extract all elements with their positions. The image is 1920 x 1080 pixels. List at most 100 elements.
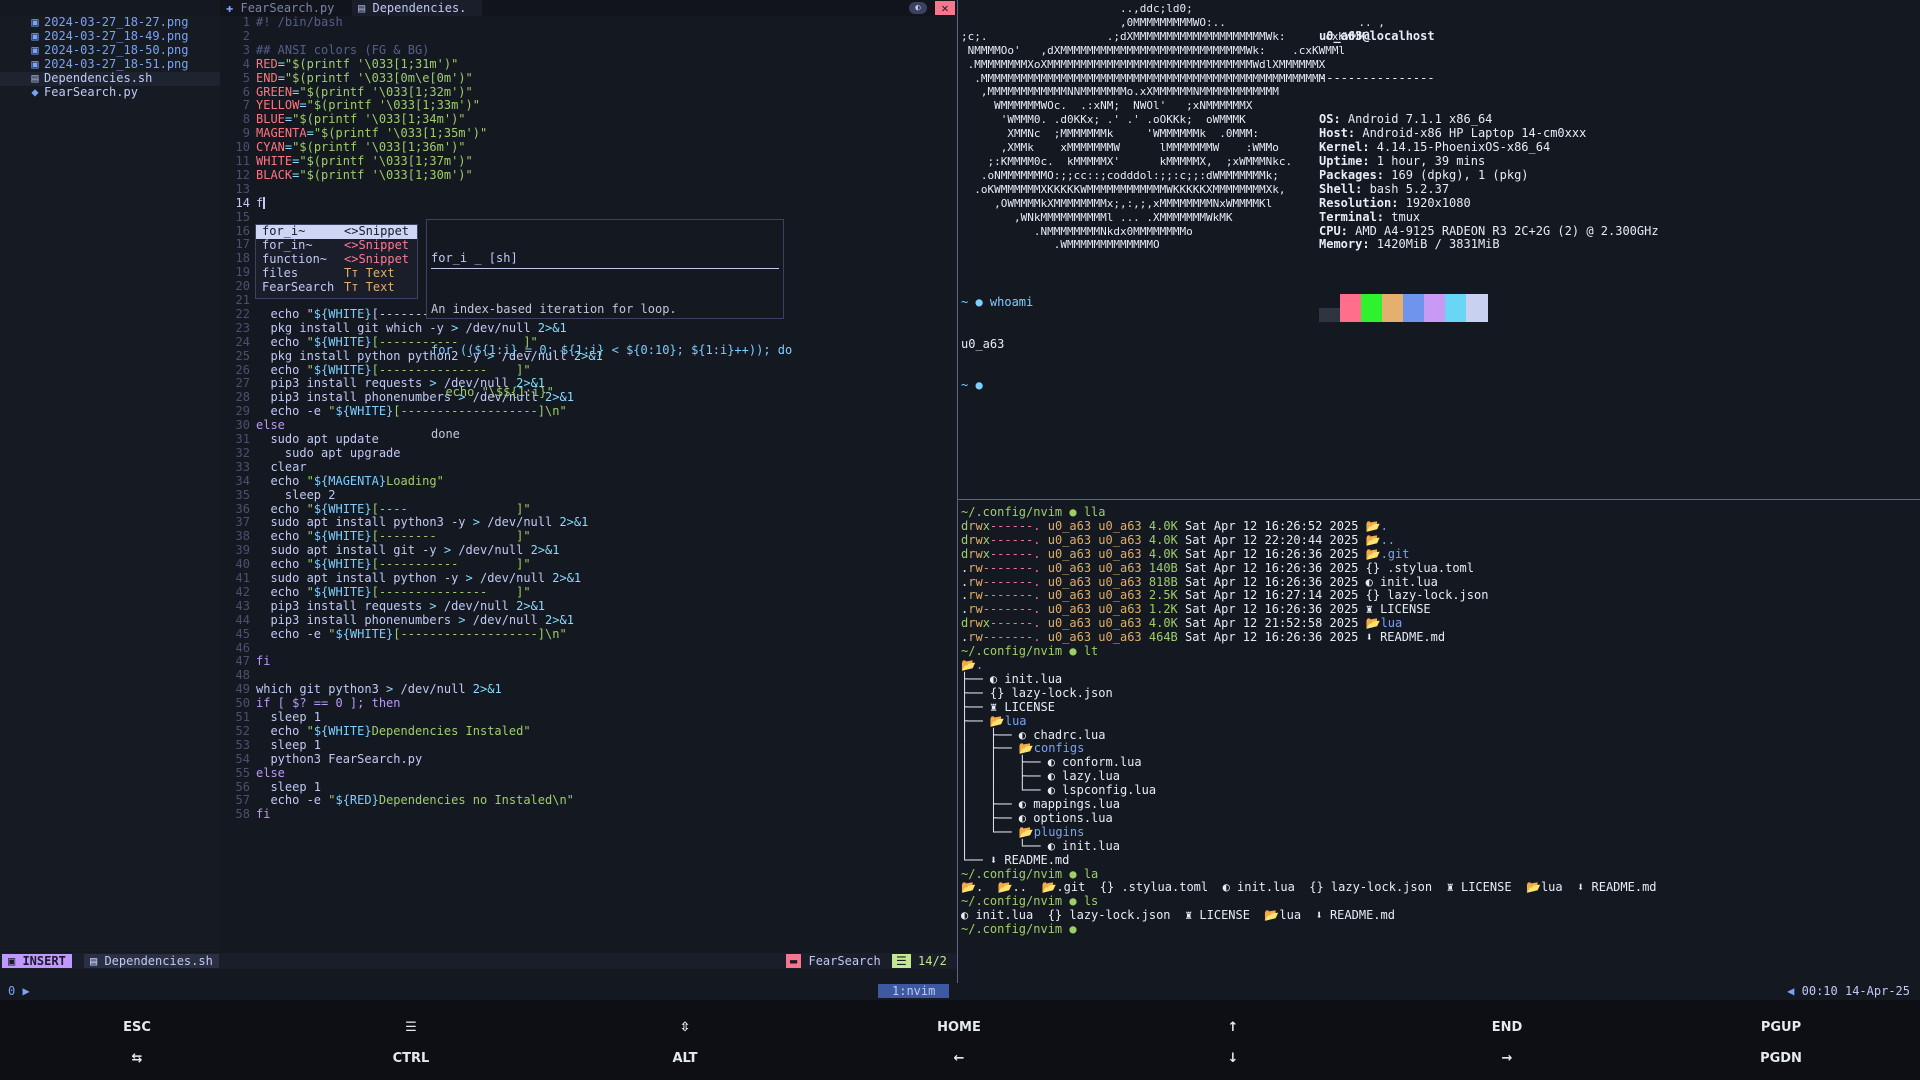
completion-menu[interactable]: for_i~ <>Snippet for_in~ <>Snippet function~… [255,224,418,299]
code-line[interactable]: echo "${WHITE}[--------------- ]" [256,585,530,600]
code-line[interactable]: echo "${WHITE}[---- ]" [256,502,530,517]
code-line[interactable]: python3 FearSearch.py [256,752,422,767]
line-number: 42 [235,584,250,599]
code-line[interactable]: sudo apt install git -y > /dev/null 2>&1 [256,543,559,558]
code-line[interactable]: echo "${WHITE}[------- [256,307,429,322]
code-line[interactable]: sleep 2 [256,488,336,503]
system-info-row: Memory: 1420MiB / 3831MiB [1319,237,1659,252]
prompt: ~/.config/nvim ● lla [961,505,1106,519]
left-arrow-key[interactable]: ← [822,1051,1096,1066]
code-line[interactable]: echo "${WHITE}Dependencies Instaled" [256,724,530,739]
code-line[interactable]: else [256,418,285,433]
line-number: 40 [235,557,250,572]
sidebar-file-item[interactable]: ▣ 2024-03-27_18-51.png [0,57,220,72]
tab-dependencies[interactable]: ▤ Dependencies. ● [352,0,482,31]
esc-key[interactable]: ESC [0,1020,274,1035]
pgup-key[interactable]: PGUP [1644,1020,1918,1035]
listing-row: drwx------. u0_a63 u0_a63 4.0K Sat Apr 1… [961,616,1403,631]
code-line[interactable]: sleep 1 [256,710,321,725]
code-line[interactable]: sudo apt update [256,432,378,447]
line-number: 21 [235,293,250,307]
ctrl-key[interactable]: CTRL [274,1051,548,1066]
tmux-statusbar: 0 ▶ 1:nvim ◀ 00:10 14-Apr-25 [0,983,1920,1000]
terminal-bottom-output[interactable]: ~/.config/nvim ● lla drwx------. u0_a63 u… [961,505,1657,937]
code-line[interactable]: echo -e "${RED}Dependencies no Instaled\… [256,793,573,808]
code-line[interactable]: END="$(printf '\033[0m\e[0m')" [256,71,473,86]
pgdn-key[interactable]: PGDN [1644,1051,1918,1066]
system-info-row: Packages: 169 (dpkg), 1 (pkg) [1319,167,1659,183]
home-key[interactable]: HOME [822,1020,1096,1035]
system-info-row: OS: Android 7.1.1 x86_64 [1319,112,1659,127]
code-line[interactable]: pip3 install phonenumbers > /dev/null 2>… [256,613,573,628]
line-number: 16 [235,223,250,238]
line-number: 8 [242,112,250,127]
alt-key[interactable]: ALT [548,1051,822,1066]
code-line[interactable]: else [256,766,285,781]
code-line[interactable]: f [256,196,266,211]
completion-item[interactable]: for_i~ <>Snippet [256,224,417,239]
color-swatch [1319,308,1341,323]
code-line[interactable]: RED="$(printf '\033[1;31m')" [256,57,458,72]
completion-item[interactable]: for_in~ <>Snippet [256,238,417,253]
image-icon: ▣ [31,43,39,57]
code-line[interactable]: WHITE="$(printf '\033[1;37m')" [256,154,473,169]
code-line[interactable]: echo "${MAGENTA}Loading" [256,474,443,489]
end-key[interactable]: END [1370,1020,1644,1035]
completion-docs: for_i _ [sh] An index-based iteration fo… [426,219,792,441]
completion-item[interactable]: function~ <>Snippet [256,252,417,267]
line-number: 57 [235,793,250,808]
up-arrow-key[interactable]: ↑ [1096,1020,1370,1035]
code-line[interactable]: sleep 1 [256,738,321,753]
code-line[interactable]: CYAN="$(printf '\033[1;36m')" [256,140,466,155]
line-number: 6 [242,84,250,99]
right-arrow-key[interactable]: → [1370,1051,1644,1066]
code-line[interactable]: fi [256,654,270,669]
tab-fearsearch[interactable]: ✚ FearSearch.py × [220,0,350,31]
code-line[interactable]: sleep 1 [256,780,321,795]
sidebar-file-item[interactable]: ▣ 2024-03-27_18-27.png [0,15,220,30]
code-line[interactable]: GREEN="$(printf '\033[1;32m')" [256,85,473,100]
completion-item[interactable]: FearSearch Tт Text [256,280,417,295]
line-number: 5 [242,70,250,85]
code-line[interactable]: ## ANSI colors (FG & BG) [256,43,429,58]
completion-label: files [262,266,299,280]
code-editor[interactable]: 1 #! /bin/bash 2 3 ## ANSI colors (FG & BG) 4… [220,15,957,951]
info-key: Packages: [1319,167,1385,182]
code-line[interactable]: BLUE="$(printf '\033[1;34m')" [256,112,466,127]
code-line[interactable]: sudo apt upgrade [256,446,401,461]
code-line[interactable]: echo "${WHITE}[----------- ]" [256,557,530,572]
code-line[interactable]: pip3 install requests > /dev/null 2>&1 [256,599,545,614]
code-line[interactable]: fi [256,807,270,822]
tmux-window-tab[interactable]: 1:nvim [878,984,950,998]
code-line[interactable]: sudo apt install python -y > /dev/null 2… [256,571,581,586]
line-number: 56 [235,779,250,794]
down-arrow-key[interactable]: ↓ [1096,1051,1370,1066]
code-line[interactable]: echo -e "${WHITE}[-------------------]\n… [256,627,566,642]
info-value: 1420MiB / 3831MiB [1369,237,1500,252]
code-line[interactable]: MAGENTA="$(printf '\033[1;35m')" [256,126,487,141]
sidebar-file-item[interactable]: ▣ 2024-03-27_18-49.png [0,29,220,44]
code-line[interactable]: sudo apt install python3 -y > /dev/null … [256,515,588,530]
code-line[interactable]: if [ $? == 0 ]; then [256,696,401,711]
theme-toggle-icon[interactable]: ◐ [909,2,927,14]
command-output: u0_a63 [961,336,1005,351]
menu-key[interactable]: ☰ [274,1020,548,1035]
sidebar-file-item[interactable]: ▤ Dependencies.sh [0,71,220,86]
code-line[interactable]: YELLOW="$(printf '\033[1;33m')" [256,98,480,113]
completion-item[interactable]: files Tт Text [256,266,417,281]
sidebar-file-item[interactable]: ◆ FearSearch.py [0,85,220,100]
tab-key[interactable]: ⇆ [0,1051,274,1066]
tree-row: └── ⬇ README.md [961,852,1070,867]
pane-divider-horizontal[interactable] [958,499,1920,500]
buffer-tabs: ✚ FearSearch.py × ▤ Dependencies. ● ◐ ✕ [220,0,957,31]
close-all-icon[interactable]: ✕ [935,1,955,15]
code-line[interactable]: #! /bin/bash [256,15,343,30]
line-number: 53 [235,737,250,752]
code-line[interactable]: BLACK="$(printf '\033[1;30m')" [256,168,473,183]
terminal-top-output: ~ ● whoami u0_a63 ~ ● [961,268,1033,421]
scroll-key[interactable]: ⇳ [548,1020,822,1035]
code-line[interactable]: clear [256,460,306,475]
sidebar-file-item[interactable]: ▣ 2024-03-27_18-50.png [0,43,220,58]
code-line[interactable]: echo "${WHITE}[-------- ]" [256,529,530,544]
code-line[interactable]: which git python3 > /dev/null 2>&1 [256,682,502,697]
